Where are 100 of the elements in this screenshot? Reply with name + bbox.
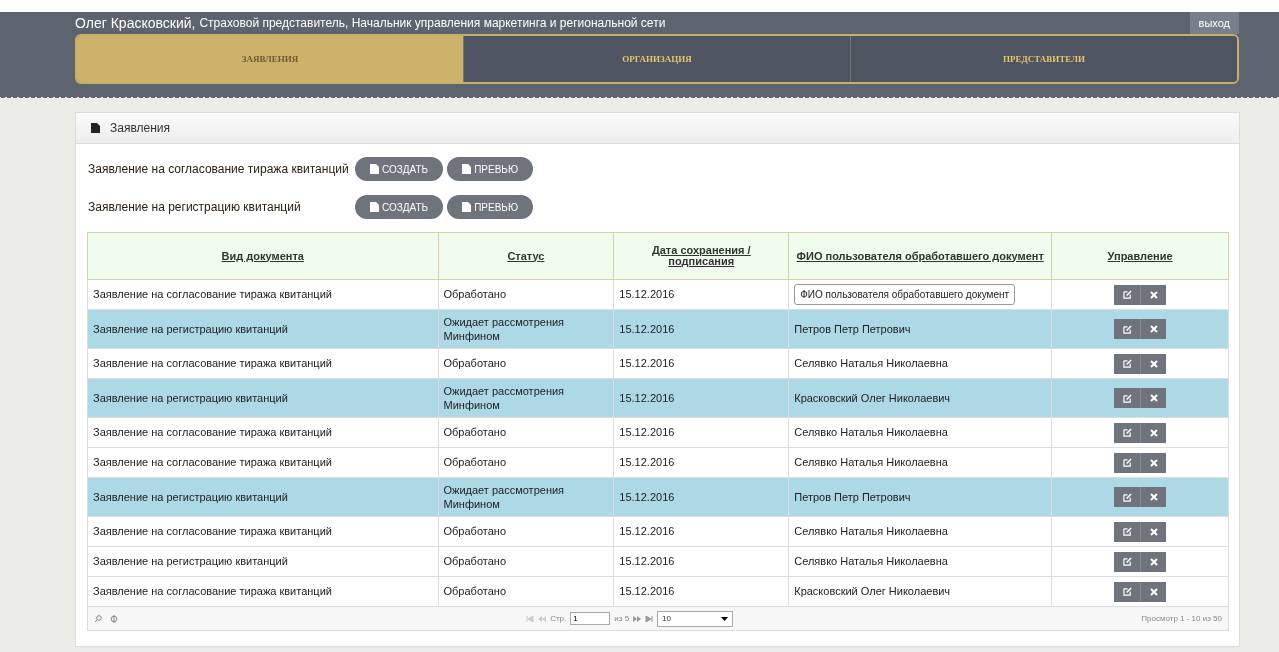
table-cell: 15.12.2016 (613, 546, 789, 577)
close-icon (1149, 290, 1158, 299)
edit-button[interactable] (1114, 487, 1141, 507)
last-page-icon[interactable] (645, 615, 654, 622)
nav-tab[interactable]: ПРЕДСТАВИТЕЛИ (850, 36, 1237, 82)
edit-button[interactable] (1114, 353, 1141, 374)
table-cell: Заявление на согласование тиража квитанций (87, 279, 438, 310)
action-button[interactable]: СОЗДАТЬ (355, 157, 444, 181)
delete-button[interactable] (1140, 452, 1167, 473)
user-role: Страховой представитель, Начальник управления маркетинга и региональной сети (199, 16, 667, 30)
table-cell: Обработано (438, 516, 614, 547)
table-cell: Ожидает рассмотрения Минфином (438, 378, 614, 418)
table-cell: Заявление на согласование тиража квитанций (87, 417, 438, 448)
delete-button[interactable] (1140, 581, 1167, 602)
nav-tab[interactable]: ЗАЯВЛЕНИЯ (77, 36, 463, 82)
table-cell: Заявление на согласование тиража квитанций (87, 516, 438, 547)
table-cell: Обработано (438, 546, 614, 577)
next-page-icon[interactable] (633, 615, 642, 622)
edit-button[interactable] (1114, 422, 1141, 443)
nav-tab[interactable]: ОРГАНИЗАЦИЯ (463, 36, 850, 82)
edit-icon (1122, 290, 1132, 299)
edit-button[interactable] (1114, 581, 1141, 602)
delete-button[interactable] (1140, 353, 1167, 374)
document-icon (462, 202, 472, 212)
search-icon[interactable] (94, 614, 102, 623)
edit-button[interactable] (1114, 388, 1141, 408)
delete-button[interactable] (1140, 521, 1167, 542)
close-icon (1149, 527, 1158, 536)
dropdown-caret-icon (721, 616, 729, 621)
delete-button[interactable] (1140, 422, 1167, 443)
edit-icon (1122, 458, 1132, 467)
edit-icon (1122, 557, 1132, 566)
tooltip: ФИО пользователя обработавшего документ (794, 284, 1016, 305)
column-header[interactable]: Статус (438, 232, 614, 280)
table-cell: 15.12.2016 (613, 576, 789, 607)
edit-button[interactable] (1114, 452, 1141, 473)
table-cell: Петров Петр Петрович (794, 490, 911, 503)
action-button[interactable]: ПРЕВЬЮ (447, 195, 534, 219)
page-size-select[interactable]: 10 (657, 610, 734, 627)
table-cell: Красковский Олег Николаевич (794, 391, 951, 404)
table-cell: Заявление на регистрацию квитанций (87, 477, 438, 517)
document-icon (91, 123, 100, 133)
table-cell: Обработано (438, 279, 614, 310)
table-cell: 15.12.2016 (613, 477, 789, 517)
table-cell: Селявко Наталья Николаевна (794, 525, 948, 538)
delete-button[interactable] (1140, 551, 1167, 572)
edit-button[interactable] (1114, 284, 1141, 305)
close-icon (1149, 394, 1158, 402)
edit-icon (1122, 428, 1132, 437)
edit-icon (1122, 492, 1132, 502)
edit-icon (1122, 324, 1132, 334)
user-name: Олег Красковский, (75, 15, 196, 31)
action-button[interactable]: ПРЕВЬЮ (447, 157, 534, 181)
document-icon (370, 164, 379, 174)
table-cell: Ожидает рассмотрения Минфином (438, 477, 614, 517)
action-label: Заявление на регистрацию квитанций (88, 200, 302, 214)
table-cell: Селявко Наталья Николаевна (794, 555, 948, 568)
document-icon (462, 164, 472, 174)
close-icon (1149, 458, 1158, 467)
close-icon (1149, 557, 1158, 566)
edit-button[interactable] (1114, 521, 1141, 542)
table-cell: 15.12.2016 (613, 447, 789, 478)
table-cell: Красковский Олег Николаевич (794, 585, 951, 598)
edit-button[interactable] (1114, 319, 1141, 339)
column-header[interactable]: Дата сохранения / подписания (613, 232, 789, 280)
delete-button[interactable] (1140, 487, 1167, 507)
close-icon (1149, 493, 1158, 501)
page-input[interactable]: 1 (570, 612, 611, 625)
action-button[interactable]: СОЗДАТЬ (355, 195, 444, 219)
close-icon (1149, 428, 1158, 437)
column-header[interactable]: ФИО пользователя обработавшего документ (788, 232, 1052, 280)
close-icon (1149, 587, 1158, 596)
logout-button[interactable]: выход (1189, 12, 1239, 34)
panel-title: Заявления (110, 121, 171, 135)
table-cell: 15.12.2016 (613, 378, 789, 418)
table-cell: Заявление на регистрацию квитанций (87, 309, 438, 349)
close-icon (1149, 359, 1158, 368)
edit-icon (1122, 527, 1132, 536)
edit-icon (1122, 393, 1132, 403)
table-cell: Заявление на регистрацию квитанций (87, 546, 438, 577)
table-cell: 15.12.2016 (613, 309, 789, 349)
table-cell: 15.12.2016 (613, 348, 789, 379)
document-icon (370, 202, 379, 212)
edit-icon (1122, 587, 1132, 596)
edit-icon (1122, 359, 1132, 368)
edit-button[interactable] (1114, 551, 1141, 572)
table-cell: Обработано (438, 417, 614, 448)
delete-button[interactable] (1140, 284, 1167, 305)
table-cell: Петров Петр Петрович (794, 322, 911, 335)
column-header[interactable]: Управление (1051, 232, 1229, 280)
records-summary: Просмотр 1 - 10 из 50 (1141, 614, 1222, 623)
table-cell: 15.12.2016 (613, 417, 789, 448)
delete-button[interactable] (1140, 319, 1167, 339)
table-cell: Обработано (438, 447, 614, 478)
delete-button[interactable] (1140, 388, 1167, 408)
column-header[interactable]: Вид документа (87, 232, 438, 280)
table-cell: Заявление на согласование тиража квитанций (87, 348, 438, 379)
table-cell: Заявление на регистрацию квитанций (87, 378, 438, 418)
table-cell: Обработано (438, 348, 614, 379)
refresh-icon[interactable] (110, 614, 118, 623)
